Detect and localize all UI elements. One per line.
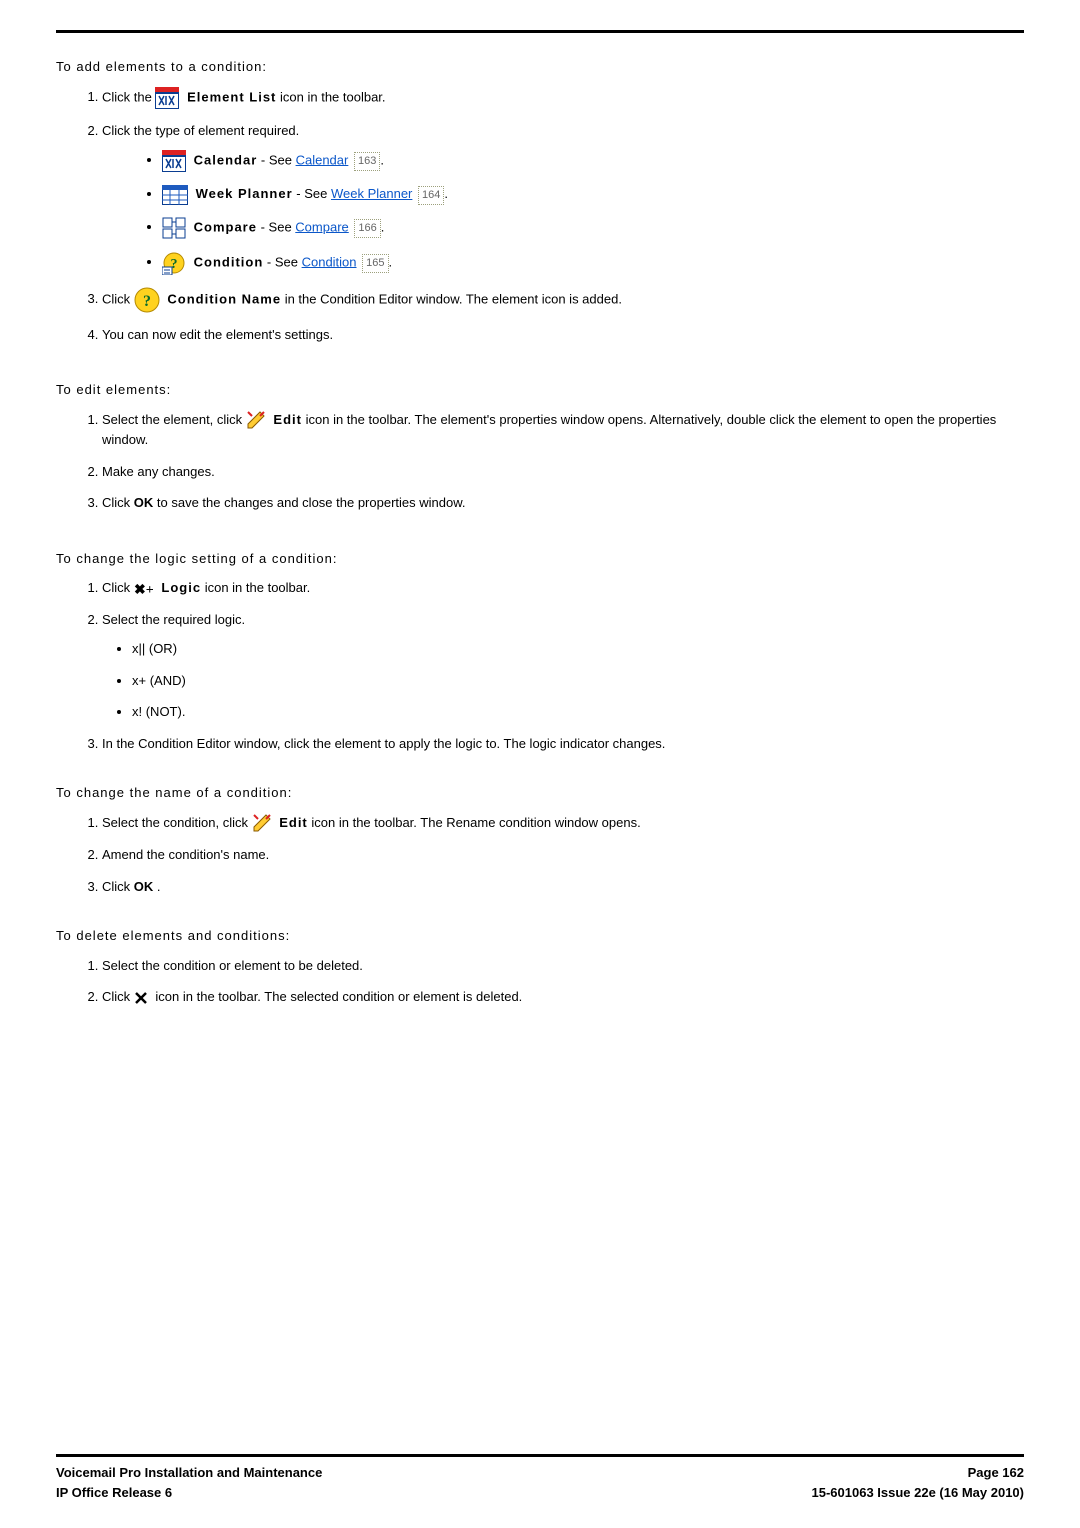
calendar-icon — [155, 87, 179, 109]
text: Select the required logic. — [102, 612, 245, 627]
delete-icon — [134, 991, 148, 1005]
step: Select the element, click Edit icon in t… — [102, 410, 1024, 450]
footer-left-2: IP Office Release 6 — [56, 1483, 172, 1503]
list-item: x! (NOT). — [132, 702, 1024, 722]
compare-icon — [162, 217, 186, 239]
text: Click — [102, 495, 134, 510]
link-condition[interactable]: Condition — [302, 254, 357, 269]
icon-label: Edit — [273, 412, 302, 427]
step: Select the condition or element to be de… — [102, 956, 1024, 976]
text: x+ (AND) — [132, 673, 186, 688]
text: icon in the toolbar. The selected condit… — [155, 989, 522, 1004]
add-elements-steps: Click the Element List icon in the toolb… — [56, 87, 1024, 345]
page-ref: 165 — [362, 254, 388, 273]
step: Click ✖+ Logic icon in the toolbar. — [102, 578, 1024, 598]
step: Click OK to save the changes and close t… — [102, 493, 1024, 513]
list-item: Compare - See Compare 166. — [162, 217, 1024, 239]
link-week-planner[interactable]: Week Planner — [331, 186, 412, 201]
edit-icon — [246, 410, 266, 430]
text: - See — [261, 219, 296, 234]
svg-text:✖+: ✖+ — [134, 583, 154, 596]
text: in the Condition Editor window. The elem… — [285, 291, 622, 306]
logic-icon: ✖+ — [134, 582, 154, 596]
step: Make any changes. — [102, 462, 1024, 482]
page-ref: 164 — [418, 186, 444, 205]
list-item: x+ (AND) — [132, 671, 1024, 691]
heading-delete: To delete elements and conditions: — [56, 926, 1024, 946]
link-calendar[interactable]: Calendar — [296, 152, 349, 167]
label: Week Planner — [196, 186, 293, 201]
step: Select the condition, click Edit icon in… — [102, 813, 1024, 834]
text: to save the changes and close the proper… — [157, 495, 466, 510]
text: You can now edit the element's settings. — [102, 327, 333, 342]
change-logic-steps: Click ✖+ Logic icon in the toolbar. Sele… — [56, 578, 1024, 753]
label: Compare — [194, 219, 257, 234]
delete-steps: Select the condition or element to be de… — [56, 956, 1024, 1007]
text: Click — [102, 879, 134, 894]
heading-change-name: To change the name of a condition: — [56, 783, 1024, 803]
icon-label: Edit — [279, 815, 308, 830]
list-item: Calendar - See Calendar 163. — [162, 150, 1024, 172]
icon-label: Logic — [161, 580, 201, 595]
text: . — [157, 879, 161, 894]
text: icon in the toolbar. — [280, 89, 386, 104]
footer-right-1: Page 162 — [968, 1463, 1024, 1483]
text: x! (NOT). — [132, 704, 185, 719]
text: Click — [102, 989, 134, 1004]
ok-label: OK — [134, 495, 154, 510]
logic-options: x|| (OR) x+ (AND) x! (NOT). — [102, 639, 1024, 722]
label: Calendar — [194, 152, 258, 167]
step: You can now edit the element's settings. — [102, 325, 1024, 345]
text: Make any changes. — [102, 464, 215, 479]
text: icon in the toolbar. The Rename conditio… — [311, 815, 640, 830]
link-compare[interactable]: Compare — [295, 219, 348, 234]
edit-icon — [252, 813, 272, 833]
text: Amend the condition's name. — [102, 847, 269, 862]
footer-right-2: 15-601063 Issue 22e (16 May 2010) — [812, 1483, 1025, 1503]
step: Amend the condition's name. — [102, 845, 1024, 865]
list-item: Week Planner - See Week Planner 164. — [162, 184, 1024, 205]
text: - See — [261, 152, 296, 167]
condition-icon: ? — [162, 251, 186, 275]
footer-left-1: Voicemail Pro Installation and Maintenan… — [56, 1463, 322, 1483]
label: Condition — [194, 254, 264, 269]
edit-elements-steps: Select the element, click Edit icon in t… — [56, 410, 1024, 513]
step: Select the required logic. x|| (OR) x+ (… — [102, 610, 1024, 722]
text: Click the — [102, 89, 155, 104]
text: Click the type of element required. — [102, 123, 299, 138]
change-name-steps: Select the condition, click Edit icon in… — [56, 813, 1024, 897]
text: Click — [102, 291, 134, 306]
text: - See — [296, 186, 331, 201]
list-item: x|| (OR) — [132, 639, 1024, 659]
step: In the Condition Editor window, click th… — [102, 734, 1024, 754]
page-ref: 163 — [354, 152, 380, 171]
text: x|| (OR) — [132, 641, 177, 656]
calendar-icon — [162, 150, 186, 172]
text: Select the condition or element to be de… — [102, 958, 363, 973]
step: Click the Element List icon in the toolb… — [102, 87, 1024, 109]
text: Select the condition, click — [102, 815, 252, 830]
week-planner-icon — [162, 185, 188, 205]
text: Select the element, click — [102, 412, 246, 427]
step: Click the type of element required. Cale… — [102, 121, 1024, 275]
page-ref: 166 — [354, 219, 380, 238]
svg-text:?: ? — [143, 293, 151, 310]
text: In the Condition Editor window, click th… — [102, 736, 665, 751]
text: Click — [102, 580, 134, 595]
condition-name-icon: ? — [134, 287, 160, 313]
heading-add-elements: To add elements to a condition: — [56, 57, 1024, 77]
ok-label: OK — [134, 879, 154, 894]
heading-edit-elements: To edit elements: — [56, 380, 1024, 400]
step: Click OK . — [102, 877, 1024, 897]
icon-label: Element List — [187, 89, 276, 104]
step: Click ? Condition Name in the Condition … — [102, 287, 1024, 313]
text: - See — [267, 254, 302, 269]
step: Click icon in the toolbar. The selected … — [102, 987, 1024, 1007]
heading-change-logic: To change the logic setting of a conditi… — [56, 549, 1024, 569]
icon-label: Condition Name — [167, 291, 281, 306]
page-footer: Voicemail Pro Installation and Maintenan… — [56, 1454, 1024, 1502]
element-types: Calendar - See Calendar 163. — [102, 150, 1024, 275]
list-item: ? Condition - See Condition 165. — [162, 251, 1024, 275]
text: icon in the toolbar. — [205, 580, 311, 595]
